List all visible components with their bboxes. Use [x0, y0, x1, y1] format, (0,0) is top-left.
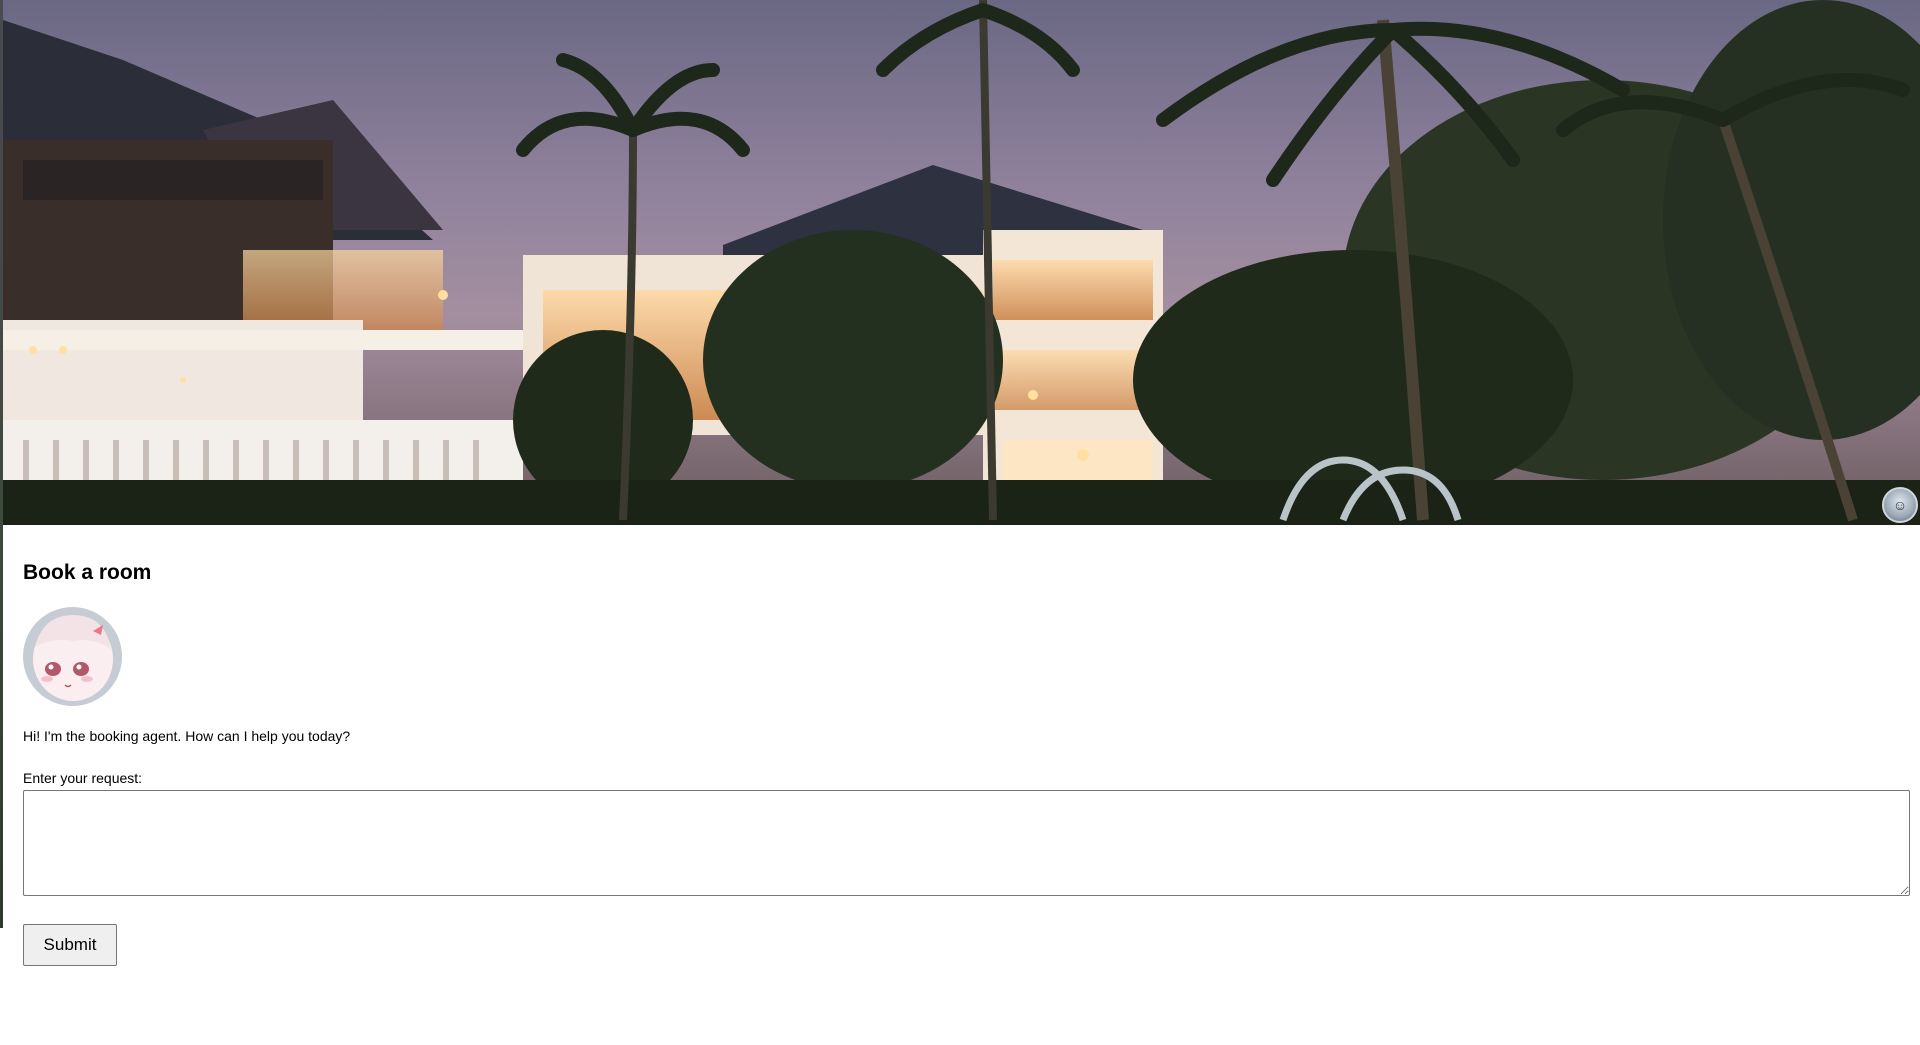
request-label: Enter your request:	[23, 769, 143, 786]
agent-avatar-icon	[23, 607, 122, 707]
profile-icon: ☺	[1892, 497, 1908, 513]
hero-image: ☺	[3, 0, 1920, 525]
booking-section: Book a room Hi! I'm the booking agent. H…	[23, 560, 1910, 966]
page-title: Book a room	[23, 561, 152, 584]
submit-button[interactable]: Submit	[23, 923, 117, 966]
resort-illustration	[3, 0, 1920, 525]
user-avatar-button[interactable]: ☺	[1882, 487, 1918, 523]
agent-greeting: Hi! I'm the booking agent. How can I hel…	[23, 728, 351, 745]
agent-avatar	[23, 607, 122, 707]
request-textarea[interactable]	[23, 789, 1910, 896]
